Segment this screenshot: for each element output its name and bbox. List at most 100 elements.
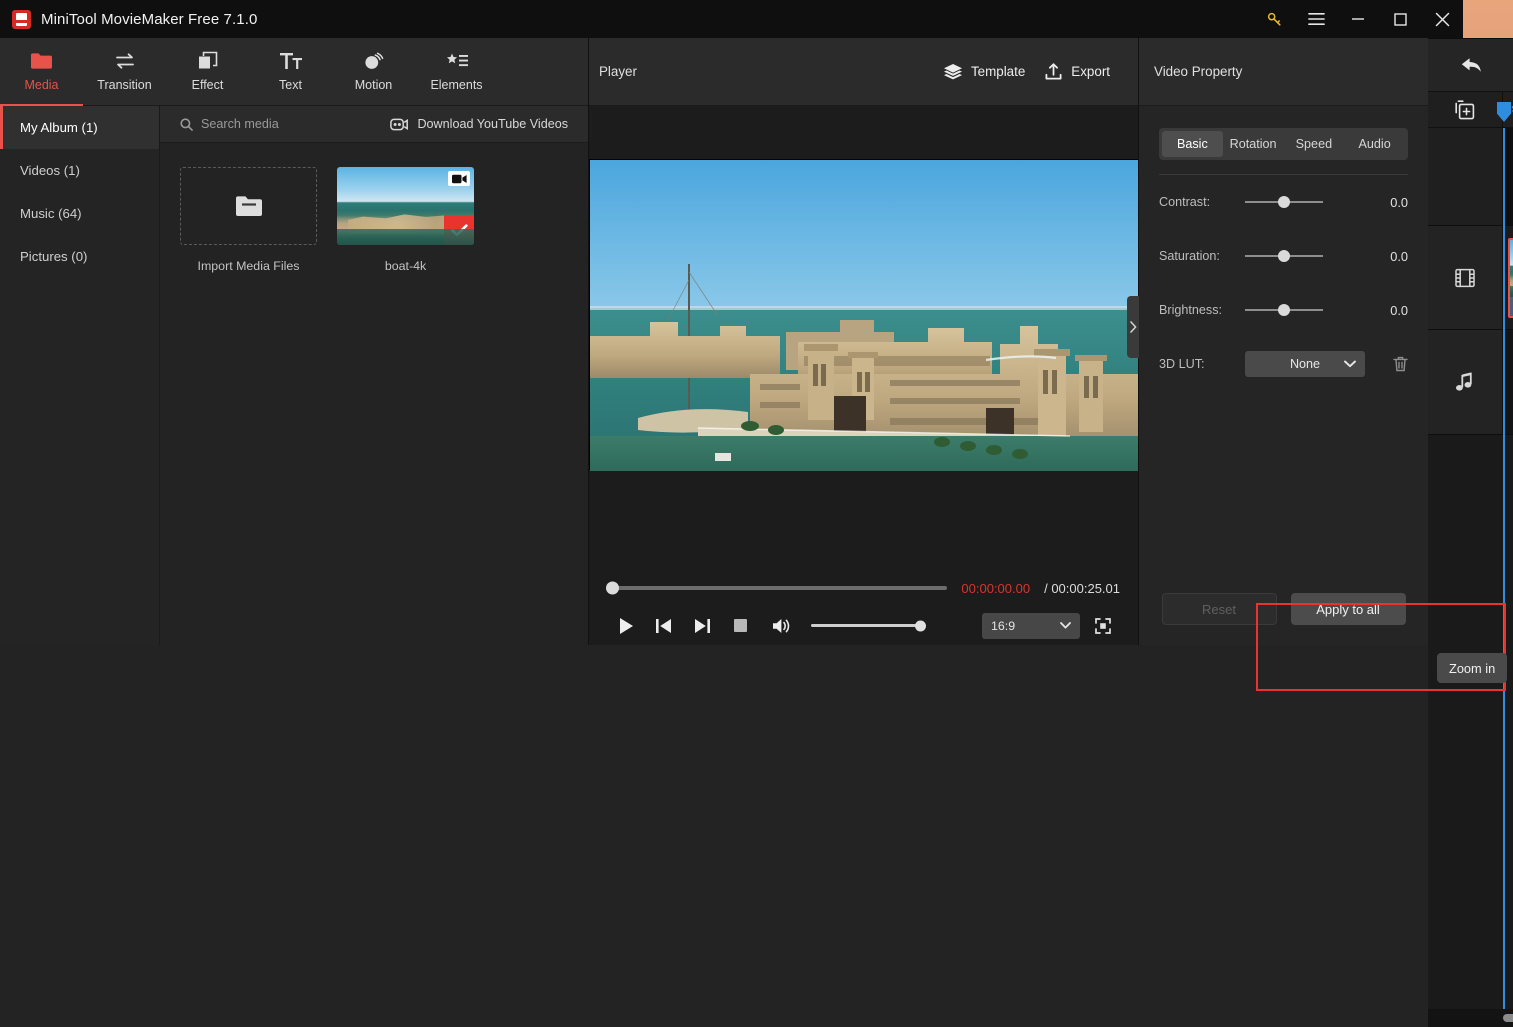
maximize-icon[interactable] bbox=[1379, 0, 1421, 38]
lut-row: 3D LUT: None bbox=[1159, 337, 1408, 391]
timeline-scrollbar-thumb[interactable] bbox=[1503, 1014, 1513, 1022]
stop-button[interactable] bbox=[721, 609, 759, 643]
album-item-videos[interactable]: Videos (1) bbox=[0, 149, 159, 192]
ribbon-label-transition: Transition bbox=[97, 78, 152, 92]
timeline-scrollbar[interactable] bbox=[1428, 1009, 1513, 1027]
seek-slider[interactable] bbox=[606, 581, 948, 595]
video-preview[interactable] bbox=[589, 159, 1139, 471]
media-item-boat-4k[interactable]: boat-4k bbox=[337, 167, 474, 273]
seek-handle[interactable] bbox=[606, 581, 619, 595]
add-track-icon[interactable] bbox=[1428, 92, 1503, 127]
album-item-pictures[interactable]: Pictures (0) bbox=[0, 235, 159, 278]
audio-track-body[interactable] bbox=[1503, 330, 1513, 434]
import-media-cell: Import Media Files bbox=[180, 167, 317, 273]
template-button[interactable]: Template bbox=[934, 58, 1035, 86]
previous-frame-button[interactable] bbox=[645, 609, 683, 643]
ribbon-item-effect[interactable]: Effect bbox=[166, 38, 249, 106]
album-item-my-album[interactable]: My Album (1) bbox=[0, 106, 159, 149]
search-input[interactable]: Search media bbox=[180, 117, 279, 131]
page-title: Video Property bbox=[1154, 64, 1243, 79]
reset-label: Reset bbox=[1202, 601, 1236, 617]
trash-icon[interactable] bbox=[1393, 356, 1408, 372]
lut-value: None bbox=[1289, 357, 1321, 371]
effect-track-body[interactable] bbox=[1503, 128, 1513, 225]
timeline-ruler: 0s 25s bbox=[1428, 92, 1513, 128]
chevron-right-icon[interactable] bbox=[1127, 296, 1139, 358]
film-strip-icon bbox=[1428, 226, 1503, 329]
undo-button[interactable] bbox=[1451, 45, 1491, 85]
video-property-panel: Video Property Basic Rotation Speed Audi… bbox=[1127, 38, 1428, 645]
apply-to-all-label: Apply to all bbox=[1316, 601, 1380, 617]
contrast-row: Contrast: 0.0 bbox=[1159, 175, 1408, 229]
contrast-label: Contrast: bbox=[1159, 195, 1211, 209]
album-label: Music (64) bbox=[20, 206, 82, 221]
contrast-slider[interactable] bbox=[1245, 196, 1323, 208]
ribbon-label-effect: Effect bbox=[191, 78, 224, 92]
brightness-slider[interactable] bbox=[1245, 304, 1323, 316]
ribbon-label-elements: Elements bbox=[430, 78, 483, 92]
album-label: Videos (1) bbox=[20, 163, 80, 178]
hamburger-menu-icon[interactable] bbox=[1295, 0, 1337, 38]
zoom-in-tooltip: Zoom in bbox=[1437, 653, 1508, 683]
slider-handle[interactable] bbox=[1278, 196, 1290, 208]
fullscreen-icon[interactable] bbox=[1086, 611, 1120, 641]
album-item-music[interactable]: Music (64) bbox=[0, 192, 159, 235]
aspect-ratio-select[interactable]: 16:9 bbox=[982, 612, 1080, 639]
download-youtube-videos-button[interactable]: Download YouTube Videos bbox=[390, 117, 568, 131]
export-upload-icon bbox=[1045, 63, 1062, 80]
media-grid: Import Media Files boat-4k bbox=[160, 143, 588, 645]
close-icon[interactable] bbox=[1421, 0, 1463, 38]
lut-select[interactable]: None bbox=[1245, 351, 1365, 377]
tab-basic[interactable]: Basic bbox=[1162, 131, 1223, 157]
timeline-ruler-body[interactable]: 0s 25s bbox=[1503, 92, 1513, 127]
download-youtube-label: Download YouTube Videos bbox=[417, 117, 568, 131]
ribbon-item-media[interactable]: Media bbox=[0, 38, 83, 106]
timeline-clip-boat-4k[interactable] bbox=[1508, 238, 1513, 318]
ribbon-item-transition[interactable]: Transition bbox=[83, 38, 166, 106]
tab-speed[interactable]: Speed bbox=[1284, 131, 1345, 157]
tab-rotation[interactable]: Rotation bbox=[1223, 131, 1284, 157]
saturation-value: 0.0 bbox=[1390, 248, 1408, 264]
contrast-value: 0.0 bbox=[1390, 194, 1408, 210]
media-area: My Album (1) Videos (1) Music (64) Pictu… bbox=[0, 106, 588, 645]
apply-to-all-button[interactable]: Apply to all bbox=[1290, 593, 1406, 625]
import-media-label: Import Media Files bbox=[197, 259, 300, 273]
slider-handle[interactable] bbox=[1278, 304, 1290, 316]
ribbon-item-motion[interactable]: Motion bbox=[332, 38, 415, 106]
brightness-label: Brightness: bbox=[1159, 303, 1222, 317]
volume-slider[interactable] bbox=[811, 620, 926, 631]
current-time: 00:00:00.00 bbox=[961, 580, 1031, 596]
folder-import-icon bbox=[235, 195, 262, 217]
effect-squares-icon bbox=[198, 51, 218, 71]
reset-button[interactable]: Reset bbox=[1161, 593, 1277, 625]
tab-label: Rotation bbox=[1229, 137, 1277, 151]
saturation-slider[interactable] bbox=[1245, 250, 1323, 262]
ribbon-item-text[interactable]: Text bbox=[249, 38, 332, 106]
media-thumbnail[interactable] bbox=[337, 167, 474, 245]
key-icon[interactable] bbox=[1253, 0, 1295, 38]
slider-handle[interactable] bbox=[1278, 250, 1290, 262]
seek-row: 00:00:00.00 / 00:00:25.01 bbox=[606, 570, 1120, 606]
video-track-body[interactable] bbox=[1503, 226, 1513, 329]
player-header: Player Template Export bbox=[589, 38, 1138, 106]
property-header: Video Property bbox=[1139, 38, 1428, 106]
title-bar: MiniTool MovieMaker Free 7.1.0 bbox=[0, 0, 1463, 38]
player-title: Player bbox=[599, 64, 637, 79]
volume-handle[interactable] bbox=[915, 620, 926, 631]
ribbon-item-elements[interactable]: Elements bbox=[415, 38, 498, 106]
volume-button[interactable] bbox=[763, 609, 801, 643]
import-media-files-button[interactable] bbox=[180, 167, 317, 245]
music-note-icon bbox=[1428, 330, 1503, 434]
ribbon-toolbar: Media Transition Effect Text Motion Elem… bbox=[0, 38, 588, 106]
play-button[interactable] bbox=[607, 609, 645, 643]
saturation-row: Saturation: 0.0 bbox=[1159, 229, 1408, 283]
timeline-toolbar bbox=[1428, 39, 1513, 92]
check-mark-icon bbox=[444, 215, 474, 245]
property-body: Basic Rotation Speed Audio Contrast: 0.0… bbox=[1139, 106, 1428, 583]
export-button[interactable]: Export bbox=[1035, 57, 1120, 86]
tab-audio[interactable]: Audio bbox=[1344, 131, 1405, 157]
tab-label: Audio bbox=[1358, 137, 1391, 151]
minimize-icon[interactable] bbox=[1337, 0, 1379, 38]
audio-track bbox=[1428, 330, 1513, 435]
next-frame-button[interactable] bbox=[683, 609, 721, 643]
